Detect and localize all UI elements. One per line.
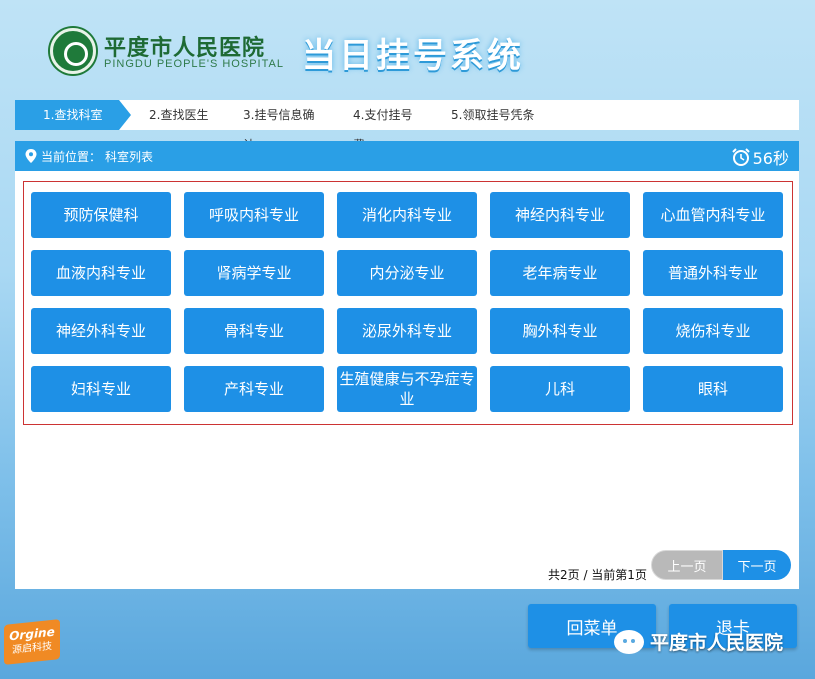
countdown-value: 56秒 <box>752 149 789 168</box>
dept-button[interactable]: 消化内科专业 <box>337 192 477 238</box>
dept-button[interactable]: 神经外科专业 <box>31 308 171 354</box>
dept-button[interactable]: 心血管内科专业 <box>643 192 783 238</box>
vendor-logo: Orgine 源启科技 <box>4 619 60 665</box>
alarm-clock-icon <box>731 148 750 166</box>
department-panel: 当前位置： 科室列表 56秒 预防保健科 呼吸内科专业 消化内科专业 神经内科专… <box>15 141 799 589</box>
dept-button[interactable]: 内分泌专业 <box>337 250 477 296</box>
location-bar: 当前位置： 科室列表 56秒 <box>15 141 799 171</box>
dept-button[interactable]: 泌尿外科专业 <box>337 308 477 354</box>
wechat-icon <box>614 629 644 654</box>
dept-button[interactable]: 普通外科专业 <box>643 250 783 296</box>
step-1: 1.查找科室 <box>15 100 131 130</box>
dept-button[interactable]: 生殖健康与不孕症专业 <box>337 366 477 412</box>
prev-page-button[interactable]: 上一页 <box>651 550 723 580</box>
step-2: 2.查找医生 <box>149 108 209 122</box>
system-title: 当日挂号系统 <box>302 36 524 76</box>
location-pin-icon <box>25 149 37 163</box>
step-4: 4.支付挂号费 <box>353 108 413 152</box>
countdown-timer: 56秒 <box>731 145 789 169</box>
step-3: 3.挂号信息确认 <box>243 108 315 152</box>
dept-button[interactable]: 老年病专业 <box>490 250 630 296</box>
next-page-button[interactable]: 下一页 <box>723 550 791 580</box>
dept-button[interactable]: 神经内科专业 <box>490 192 630 238</box>
page-info: 共2页 / 当前第1页 <box>548 568 647 582</box>
hospital-logo-icon <box>50 28 96 74</box>
vendor-logo-bottom: 源启科技 <box>12 640 52 657</box>
dept-button[interactable]: 眼科 <box>643 366 783 412</box>
dept-button[interactable]: 胸外科专业 <box>490 308 630 354</box>
location-value: 科室列表 <box>105 149 154 164</box>
dept-button[interactable]: 儿科 <box>490 366 630 412</box>
step-5: 5.领取挂号凭条 <box>451 108 535 122</box>
dept-button[interactable]: 产科专业 <box>184 366 324 412</box>
step-progress-bar: 1.查找科室 2.查找医生 3.挂号信息确认 4.支付挂号费 5.领取挂号凭条 <box>15 100 799 152</box>
wechat-watermark: 平度市人民医院 <box>614 628 783 655</box>
dept-button[interactable]: 肾病学专业 <box>184 250 324 296</box>
department-grid: 预防保健科 呼吸内科专业 消化内科专业 神经内科专业 心血管内科专业 血液内科专… <box>23 181 793 425</box>
header: 平度市人民医院 PINGDU PEOPLE'S HOSPITAL 当日挂号系统 <box>0 0 815 95</box>
dept-button[interactable]: 预防保健科 <box>31 192 171 238</box>
dept-button[interactable]: 呼吸内科专业 <box>184 192 324 238</box>
dept-button[interactable]: 血液内科专业 <box>31 250 171 296</box>
location-label: 当前位置： <box>41 149 102 164</box>
wechat-watermark-text: 平度市人民医院 <box>650 632 784 654</box>
dept-button[interactable]: 烧伤科专业 <box>643 308 783 354</box>
dept-button[interactable]: 骨科专业 <box>184 308 324 354</box>
hospital-name-en: PINGDU PEOPLE'S HOSPITAL <box>104 58 284 70</box>
dept-button[interactable]: 妇科专业 <box>31 366 171 412</box>
